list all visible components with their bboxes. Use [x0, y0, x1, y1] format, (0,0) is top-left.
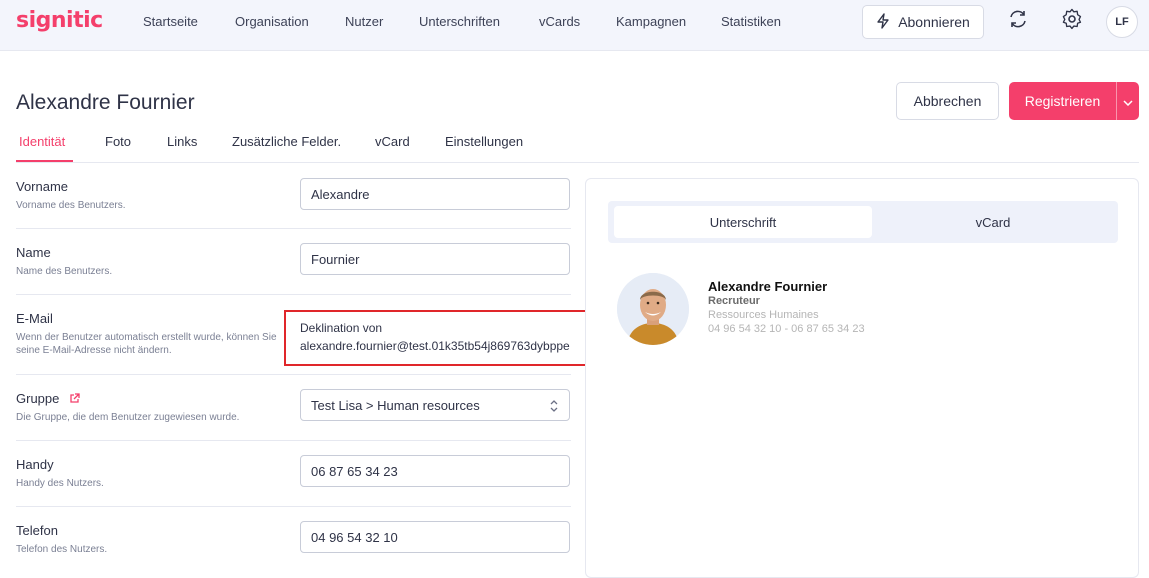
form-row-mobile: Handy Handy des Nutzers. 06 87 65 34 23 [16, 441, 571, 507]
tab-links[interactable]: Links [167, 134, 197, 149]
tab-bar: Identität Foto Links Zusätzliche Felder.… [16, 132, 1139, 163]
nav-item-vcards[interactable]: vCards [539, 14, 580, 29]
tab-zusaetzliche-felder[interactable]: Zusätzliche Felder. [232, 134, 341, 149]
select-updown-icon [549, 399, 559, 416]
signature-phones: 04 96 54 32 10 - 06 87 65 34 23 [708, 323, 865, 335]
field-description: Handy des Nutzers. [16, 478, 104, 489]
nav-item-kampagnen[interactable]: Kampagnen [616, 14, 686, 29]
register-options-toggle[interactable] [1117, 93, 1139, 109]
email-address-value: alexandre.fournier@test.01k35tb54j869763… [300, 339, 570, 353]
chevron-down-icon [1123, 93, 1133, 109]
form-row-group: Gruppe Die Gruppe, die dem Benutzer zuge… [16, 375, 571, 441]
form-row-firstname: Vorname Vorname des Benutzers. Alexandre [16, 163, 571, 229]
mobile-input[interactable]: 06 87 65 34 23 [300, 455, 570, 487]
form-row-phone: Telefon Telefon des Nutzers. 04 96 54 32… [16, 507, 571, 573]
field-label: Telefon [16, 523, 58, 538]
signature-department: Ressources Humaines [708, 309, 819, 321]
nav-item-startseite[interactable]: Startseite [143, 14, 198, 29]
field-description: Wenn der Benutzer automatisch erstellt w… [16, 332, 277, 356]
firstname-input[interactable]: Alexandre [300, 178, 570, 210]
group-select[interactable]: Test Lisa > Human resources [300, 389, 570, 421]
nav-item-unterschriften[interactable]: Unterschriften [419, 14, 500, 29]
nav-item-nutzer[interactable]: Nutzer [345, 14, 383, 29]
settings-button[interactable] [1059, 8, 1085, 34]
tab-vcard[interactable]: vCard [375, 134, 410, 149]
field-description: Die Gruppe, die dem Benutzer zugewiesen … [16, 412, 240, 423]
active-tab-indicator [16, 160, 73, 162]
phone-input[interactable]: 04 96 54 32 10 [300, 521, 570, 553]
email-declination-highlight: Deklination von alexandre.fournier@test.… [284, 310, 589, 366]
field-label: Vorname [16, 179, 69, 194]
field-label: Name [16, 245, 51, 260]
top-navigation: signitic Startseite Organisation Nutzer … [0, 0, 1149, 51]
preview-tab-signature[interactable]: Unterschrift [614, 206, 872, 238]
field-description: Name des Benutzers. [16, 266, 113, 277]
external-link-icon[interactable] [69, 392, 80, 407]
user-avatar[interactable]: LF [1106, 6, 1138, 38]
lastname-input[interactable]: Fournier [300, 243, 570, 275]
field-description: Telefon des Nutzers. [16, 544, 108, 555]
tab-einstellungen[interactable]: Einstellungen [445, 134, 523, 149]
register-label: Registrieren [1024, 93, 1101, 109]
field-description: Vorname des Benutzers. [16, 200, 126, 211]
signature-profile-photo [617, 273, 689, 345]
sync-icon [1007, 8, 1029, 35]
signitic-logo[interactable]: signitic [16, 8, 103, 33]
email-declination-label: Deklination von [300, 321, 383, 335]
lightning-icon [876, 12, 890, 32]
field-label: E-Mail [16, 311, 53, 326]
signature-name: Alexandre Fournier [708, 279, 828, 294]
subscribe-button[interactable]: Abonnieren [862, 5, 984, 39]
nav-item-organisation[interactable]: Organisation [235, 14, 309, 29]
tab-identitaet[interactable]: Identität [19, 134, 65, 149]
field-label-group: Gruppe [16, 391, 80, 407]
field-label: Gruppe [16, 391, 60, 406]
preview-tab-switch: Unterschrift vCard [608, 201, 1118, 243]
sync-button[interactable] [1005, 8, 1031, 34]
form-row-lastname: Name Name des Benutzers. Fournier [16, 229, 571, 295]
subscribe-label: Abonnieren [898, 14, 970, 30]
gear-icon [1061, 8, 1083, 35]
tab-foto[interactable]: Foto [105, 134, 131, 149]
signature-preview-panel: Unterschrift vCard Alexandre Fournier Re… [585, 178, 1139, 578]
group-select-value: Test Lisa > Human resources [311, 397, 480, 413]
cancel-button[interactable]: Abbrechen [896, 82, 999, 120]
register-button[interactable]: Registrieren [1009, 82, 1139, 120]
preview-tab-vcard[interactable]: vCard [864, 206, 1122, 238]
field-label: Handy [16, 457, 54, 472]
page-title: Alexandre Fournier [16, 91, 195, 114]
nav-item-statistiken[interactable]: Statistiken [721, 14, 781, 29]
signature-role: Recruteur [708, 295, 760, 307]
